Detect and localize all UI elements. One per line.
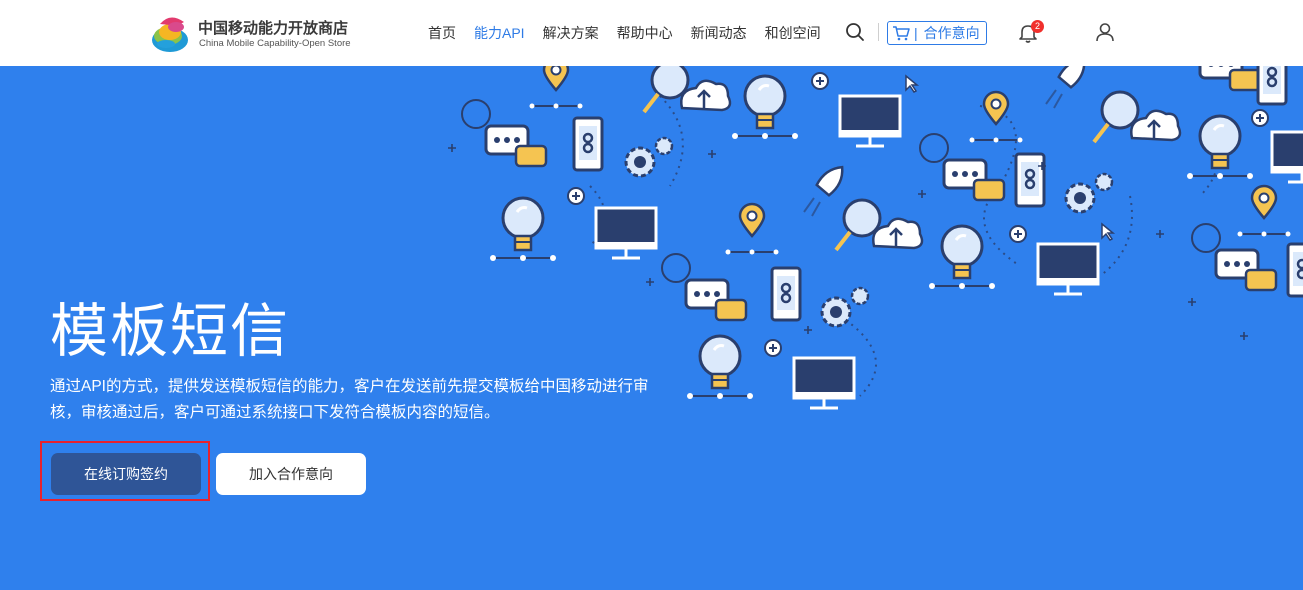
page-title: 模板短信 [50, 299, 291, 364]
subscribe-button[interactable]: 在线订购签约 [51, 453, 201, 495]
nav-item-solutions[interactable]: 解决方案 [543, 23, 599, 43]
hero-banner: 模板短信 通过API的方式，提供发送模板短信的能力，客户在发送前先提交模板给中国… [0, 66, 1303, 590]
header-divider [878, 23, 879, 41]
user-icon[interactable] [1095, 22, 1115, 42]
cooperation-separator: | [914, 25, 918, 41]
cart-icon [893, 26, 910, 41]
logo-title: 中国移动能力开放商店 [198, 20, 349, 37]
notification-badge: 2 [1031, 20, 1044, 33]
nav-item-home[interactable]: 首页 [428, 23, 456, 43]
join-cooperation-button[interactable]: 加入合作意向 [216, 453, 366, 495]
nav-item-space[interactable]: 和创空间 [765, 23, 821, 43]
nav-item-api[interactable]: 能力API [474, 23, 525, 43]
cooperation-button[interactable]: | 合作意向 [887, 21, 987, 45]
nav-item-help[interactable]: 帮助中心 [617, 23, 673, 43]
logo-subtitle: China Mobile Capability-Open Store [199, 38, 351, 49]
hero-illustration [448, 66, 1303, 410]
nav-item-news[interactable]: 新闻动态 [691, 23, 747, 43]
site-logo[interactable]: 中国移动能力开放商店 China Mobile Capability-Open … [150, 12, 360, 56]
top-header: 中国移动能力开放商店 China Mobile Capability-Open … [0, 0, 1303, 66]
search-icon[interactable] [845, 22, 865, 42]
logo-icon [152, 17, 188, 52]
cooperation-label: 合作意向 [923, 25, 980, 41]
main-nav: 首页 能力API 解决方案 帮助中心 新闻动态 和创空间 [428, 0, 839, 66]
product-description: 通过API的方式，提供发送模板短信的能力，客户在发送前先提交模板给中国移动进行审… [50, 378, 649, 421]
